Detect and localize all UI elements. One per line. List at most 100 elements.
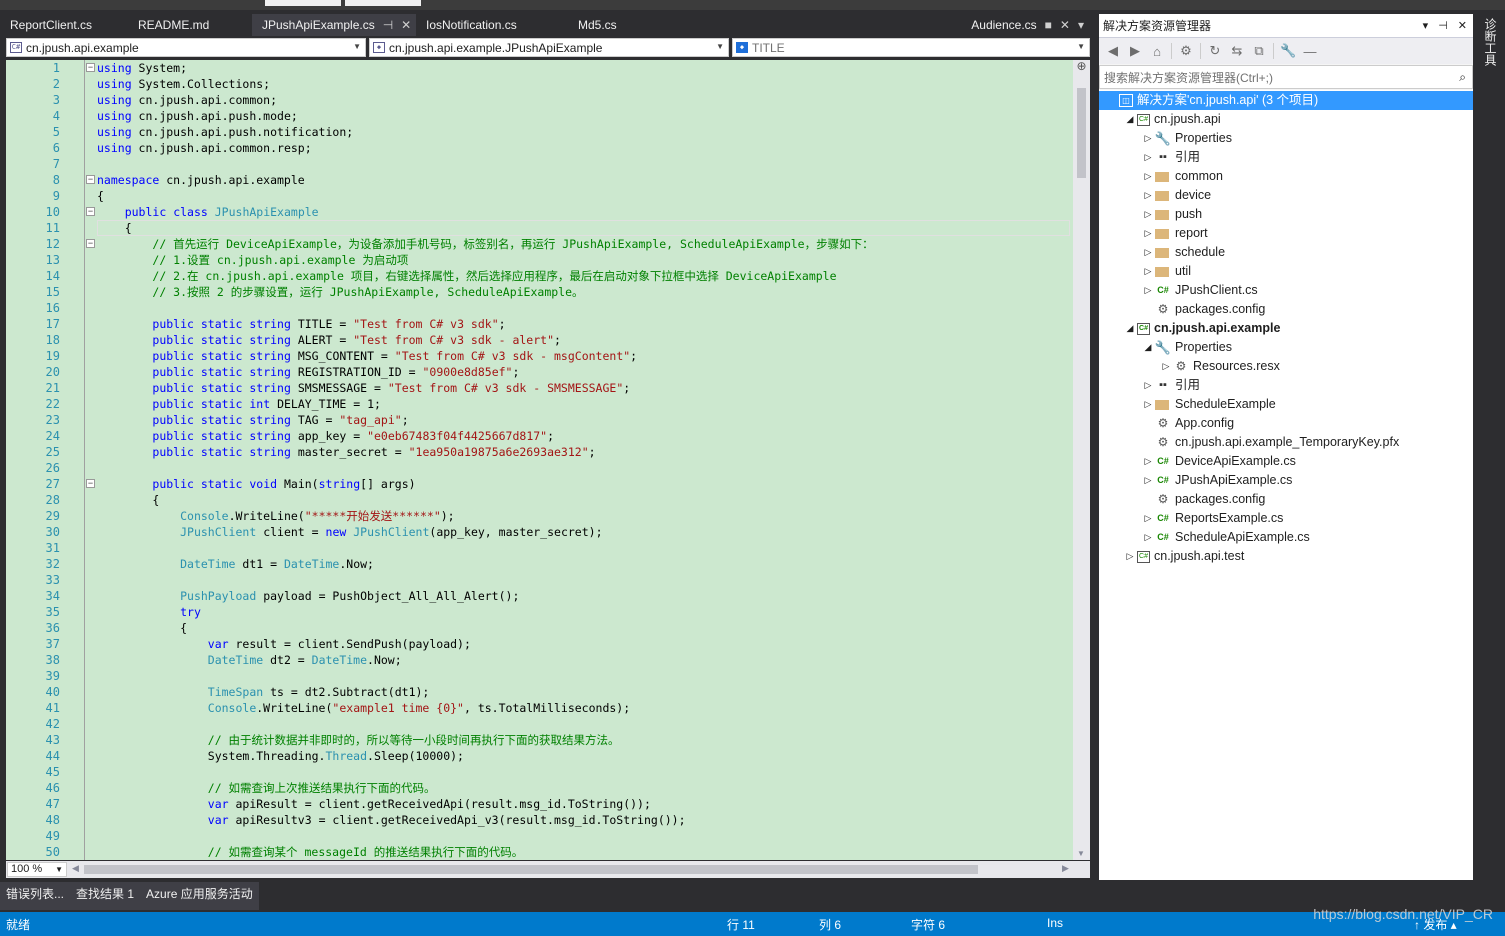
tree-item[interactable]: ▷ C# JPushApiExample.cs bbox=[1141, 471, 1293, 490]
close-icon[interactable]: ✕ bbox=[1060, 18, 1070, 32]
tree-item[interactable]: ▷ C# JPushClient.cs bbox=[1141, 281, 1258, 300]
pin-icon[interactable]: ⊣ bbox=[1438, 19, 1448, 32]
tab-find-results[interactable]: 查找结果 1 bbox=[70, 882, 141, 910]
expanded-arrow-icon[interactable]: ◢ bbox=[1123, 110, 1137, 129]
close-icon[interactable]: ✕ bbox=[1458, 19, 1467, 32]
close-icon[interactable]: ✕ bbox=[401, 18, 411, 32]
expand-arrow-icon[interactable]: ▷ bbox=[1141, 471, 1155, 490]
code-line[interactable]: { bbox=[97, 220, 132, 236]
tab-md5[interactable]: Md5.cs bbox=[568, 14, 678, 36]
code-line[interactable]: Console.WriteLine("*****开始发送******"); bbox=[97, 508, 455, 524]
code-line[interactable]: public static string ALERT = "Test from … bbox=[97, 332, 561, 348]
expand-arrow-icon[interactable]: ▷ bbox=[1141, 262, 1155, 281]
project-dropdown[interactable]: C# cn.jpush.api.example ▼ bbox=[6, 38, 366, 57]
code-line[interactable]: public static string TAG = "tag_api"; bbox=[97, 412, 408, 428]
properties-icon[interactable]: 🔧 bbox=[1280, 43, 1296, 59]
code-line[interactable]: using System; bbox=[97, 60, 187, 76]
diagnostic-tools-tab[interactable]: 诊断工具 bbox=[1482, 18, 1497, 66]
collapse-region-icon[interactable]: − bbox=[86, 239, 95, 248]
pin-icon[interactable]: ■ bbox=[1045, 18, 1052, 32]
code-line[interactable]: System.Threading.Thread.Sleep(10000); bbox=[97, 748, 464, 764]
code-line[interactable]: TimeSpan ts = dt2.Subtract(dt1); bbox=[97, 684, 430, 700]
code-line[interactable]: using cn.jpush.api.push.mode; bbox=[97, 108, 298, 124]
code-line[interactable]: namespace cn.jpush.api.example bbox=[97, 172, 305, 188]
code-line[interactable]: { bbox=[97, 188, 104, 204]
code-line[interactable]: public class JPushApiExample bbox=[97, 204, 319, 220]
code-text-area[interactable]: using System; using System.Collections; us… bbox=[97, 60, 1070, 860]
code-line[interactable]: JPushClient client = new JPushClient(app… bbox=[97, 524, 602, 540]
code-line[interactable]: public static string master_secret = "1e… bbox=[97, 444, 595, 460]
code-line[interactable]: var apiResult = client.getReceivedApi(re… bbox=[97, 796, 651, 812]
tree-item[interactable]: ⚙ cn.jpush.api.example_TemporaryKey.pfx bbox=[1141, 433, 1400, 452]
tab-reportclient[interactable]: ReportClient.cs bbox=[0, 14, 128, 36]
tree-item[interactable]: ▷ util bbox=[1141, 262, 1191, 281]
tree-item[interactable]: ◫ 解决方案'cn.jpush.api' (3 个项目) bbox=[1099, 91, 1473, 110]
tree-item[interactable]: ▷ C# DeviceApiExample.cs bbox=[1141, 452, 1296, 471]
expand-arrow-icon[interactable]: ▷ bbox=[1141, 167, 1155, 186]
expand-arrow-icon[interactable]: ▷ bbox=[1141, 243, 1155, 262]
code-line[interactable]: public static string MSG_CONTENT = "Test… bbox=[97, 348, 637, 364]
tree-item[interactable]: ⚙ packages.config bbox=[1141, 490, 1266, 509]
expand-arrow-icon[interactable]: ▷ bbox=[1141, 281, 1155, 300]
type-dropdown[interactable]: ◆ cn.jpush.api.example.JPushApiExample ▼ bbox=[369, 38, 729, 57]
code-line[interactable]: { bbox=[97, 620, 187, 636]
tree-item[interactable]: ▷ ScheduleExample bbox=[1141, 395, 1276, 414]
code-line[interactable]: using cn.jpush.api.push.notification; bbox=[97, 124, 353, 140]
expand-arrow-icon[interactable]: ▷ bbox=[1141, 129, 1155, 148]
expand-arrow-icon[interactable]: ▷ bbox=[1141, 395, 1155, 414]
tab-jpushapiexample[interactable]: JPushApiExample.cs ⊣ ✕ bbox=[252, 14, 416, 36]
code-line[interactable]: // 如需查询某个 messageId 的推送结果执行下面的代码。 bbox=[97, 844, 523, 860]
tree-item[interactable]: ⚙ packages.config bbox=[1141, 300, 1266, 319]
scrollbar-thumb[interactable] bbox=[1077, 88, 1086, 178]
tree-item[interactable]: ◢ 🔧 Properties bbox=[1141, 338, 1232, 357]
horizontal-scrollbar-thumb[interactable] bbox=[84, 865, 978, 874]
code-line[interactable]: // 由于统计数据并非即时的，所以等待一小段时间再执行下面的获取结果方法。 bbox=[97, 732, 620, 748]
vertical-scrollbar[interactable]: ⊕ ▼ bbox=[1073, 60, 1090, 860]
expand-arrow-icon[interactable]: ▷ bbox=[1141, 509, 1155, 528]
code-line[interactable]: // 2.在 cn.jpush.api.example 项目，右键选择属性，然后… bbox=[97, 268, 836, 284]
code-line[interactable]: { bbox=[97, 492, 159, 508]
expanded-arrow-icon[interactable]: ◢ bbox=[1123, 319, 1137, 338]
member-dropdown[interactable]: ◆ TITLE ▼ bbox=[732, 38, 1090, 57]
tree-item[interactable]: ▷ C# ReportsExample.cs bbox=[1141, 509, 1284, 528]
code-line[interactable]: PushPayload payload = PushObject_All_All… bbox=[97, 588, 519, 604]
expand-arrow-icon[interactable]: ▷ bbox=[1141, 528, 1155, 547]
expand-arrow-icon[interactable]: ▷ bbox=[1141, 376, 1155, 395]
tab-azure-activity[interactable]: Azure 应用服务活动 bbox=[140, 882, 259, 910]
tree-item[interactable]: ▷ C# ScheduleApiExample.cs bbox=[1141, 528, 1310, 547]
code-line[interactable]: var result = client.SendPush(payload); bbox=[97, 636, 471, 652]
forward-icon[interactable]: ▶ bbox=[1127, 43, 1143, 59]
expand-arrow-icon[interactable]: ▷ bbox=[1141, 186, 1155, 205]
tree-item[interactable]: ◢ C# cn.jpush.api.example bbox=[1123, 319, 1281, 338]
tab-readme[interactable]: README.md bbox=[128, 14, 252, 36]
code-line[interactable]: public static string app_key = "e0eb6748… bbox=[97, 428, 554, 444]
tab-overflow-icon[interactable]: ▾ bbox=[1078, 18, 1084, 32]
tree-item[interactable]: ▷ report bbox=[1141, 224, 1208, 243]
expand-arrow-icon[interactable]: ▷ bbox=[1159, 357, 1173, 376]
home-icon[interactable]: ⌂ bbox=[1149, 44, 1165, 59]
expand-arrow-icon[interactable]: ▷ bbox=[1141, 224, 1155, 243]
code-line[interactable]: // 如需查询上次推送结果执行下面的代码。 bbox=[97, 780, 436, 796]
scroll-left-icon[interactable]: ◀ bbox=[72, 863, 79, 874]
tree-item[interactable]: ▷ common bbox=[1141, 167, 1223, 186]
sync-icon[interactable]: ⇆ bbox=[1229, 43, 1245, 59]
panel-menu-icon[interactable]: ▾ bbox=[1423, 19, 1429, 32]
tree-item[interactable]: ▷ C# cn.jpush.api.test bbox=[1123, 547, 1245, 566]
code-line[interactable]: public static string REGISTRATION_ID = "… bbox=[97, 364, 519, 380]
expand-arrow-icon[interactable]: ▷ bbox=[1141, 148, 1155, 167]
code-line[interactable]: public static string SMSMESSAGE = "Test … bbox=[97, 380, 630, 396]
horizontal-scrollbar[interactable]: 100 % ▼ ◀ ▶ bbox=[6, 861, 1090, 878]
split-editor-icon[interactable]: ⊕ bbox=[1075, 60, 1088, 74]
tree-item[interactable]: ▷ device bbox=[1141, 186, 1212, 205]
scroll-down-icon[interactable]: ▼ bbox=[1077, 849, 1085, 858]
tree-item[interactable]: ▷ ▪▪ 引用 bbox=[1141, 148, 1200, 167]
code-line[interactable]: Console.WriteLine("example1 time {0}", t… bbox=[97, 700, 630, 716]
code-line[interactable]: // 1.设置 cn.jpush.api.example 为启动项 bbox=[97, 252, 408, 268]
expand-arrow-icon[interactable]: ▷ bbox=[1141, 452, 1155, 471]
tree-item[interactable]: ▷ ▪▪ 引用 bbox=[1141, 376, 1200, 395]
collapse-region-icon[interactable]: − bbox=[86, 175, 95, 184]
code-line[interactable]: // 3.按照 2 的步骤设置，运行 JPushApiExample, Sche… bbox=[97, 284, 583, 300]
scroll-right-icon[interactable]: ▶ bbox=[1062, 863, 1069, 874]
code-line[interactable]: public static int DELAY_TIME = 1; bbox=[97, 396, 381, 412]
collapse-all-icon[interactable]: ⧉ bbox=[1251, 43, 1267, 59]
